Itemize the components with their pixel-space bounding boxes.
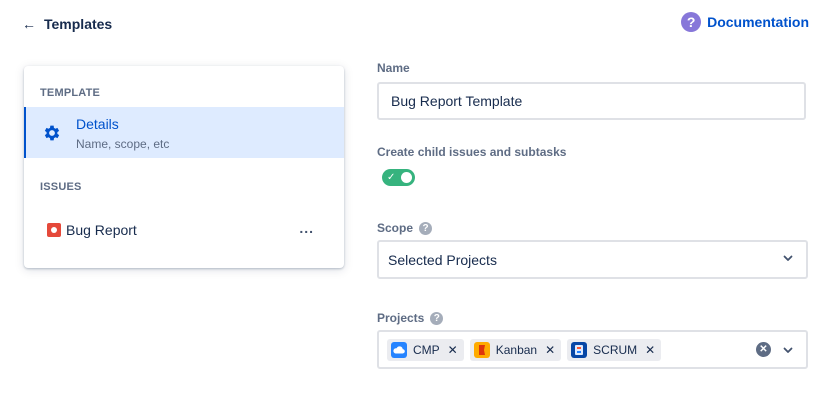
name-label: Name xyxy=(377,61,410,75)
chip-label: Kanban xyxy=(495,343,538,357)
project-chip-kanban: Kanban ✕ xyxy=(469,339,562,361)
child-issues-label: Create child issues and subtasks xyxy=(377,145,567,159)
chevron-down-icon xyxy=(783,255,793,261)
chip-label: CMP xyxy=(413,343,440,357)
remove-chip-icon[interactable]: ✕ xyxy=(543,343,557,357)
details-subtitle: Name, scope, etc xyxy=(76,137,170,151)
name-field[interactable] xyxy=(377,82,806,120)
more-actions-button[interactable]: ... xyxy=(299,220,314,236)
cloud-project-icon xyxy=(391,342,407,358)
issues-section-heading: ISSUES xyxy=(40,181,82,193)
scope-help-icon[interactable]: ? xyxy=(419,221,433,235)
scope-label: Scope xyxy=(377,221,414,235)
documentation-label: Documentation xyxy=(707,14,809,30)
template-navigation-card: TEMPLATE Details Name, scope, etc ISSUES… xyxy=(24,66,344,268)
projects-help-icon[interactable]: ? xyxy=(430,311,444,325)
bug-icon xyxy=(47,223,61,237)
project-chip-cmp: CMP ✕ xyxy=(387,339,464,361)
child-issues-toggle[interactable]: ✓ xyxy=(382,169,415,186)
back-arrow-icon: ← xyxy=(22,16,36,32)
issue-label: Bug Report xyxy=(66,222,137,238)
clear-selection-icon[interactable]: ✕ xyxy=(756,342,771,357)
documentation-link[interactable]: ? Documentation xyxy=(681,12,809,32)
back-label: Templates xyxy=(44,16,113,32)
details-title: Details xyxy=(76,116,119,132)
back-to-templates-link[interactable]: ← Templates xyxy=(22,14,112,34)
chevron-down-icon[interactable] xyxy=(780,342,796,358)
scope-select[interactable]: Selected Projects xyxy=(377,240,808,279)
project-chip-scrum: SCRUM ✕ xyxy=(567,339,662,361)
top-bar: ← Templates ? Documentation xyxy=(0,0,819,50)
check-icon: ✓ xyxy=(387,172,396,183)
remove-chip-icon[interactable]: ✕ xyxy=(643,343,657,357)
question-circle-icon: ? xyxy=(681,12,702,32)
project-chips: CMP ✕ Kanban ✕ SCRUM ✕ xyxy=(387,339,662,361)
sidebar-item-details[interactable]: Details Name, scope, etc xyxy=(24,107,344,158)
remove-chip-icon[interactable]: ✕ xyxy=(446,343,460,357)
toggle-knob xyxy=(401,172,412,183)
projects-multiselect[interactable]: CMP ✕ Kanban ✕ SCRUM ✕ ✕ xyxy=(377,330,808,369)
template-section-heading: TEMPLATE xyxy=(40,87,101,99)
sidebar-item-bug-report[interactable]: Bug Report ... xyxy=(24,214,344,248)
gear-icon xyxy=(44,125,60,141)
scope-label-row: Scope ? xyxy=(377,221,433,235)
chip-label: SCRUM xyxy=(593,343,638,357)
scope-selected-value: Selected Projects xyxy=(388,252,497,268)
projects-label-row: Projects ? xyxy=(377,311,444,325)
scrum-project-icon xyxy=(571,342,588,358)
kanban-project-icon xyxy=(473,342,490,358)
projects-label: Projects xyxy=(377,311,425,325)
